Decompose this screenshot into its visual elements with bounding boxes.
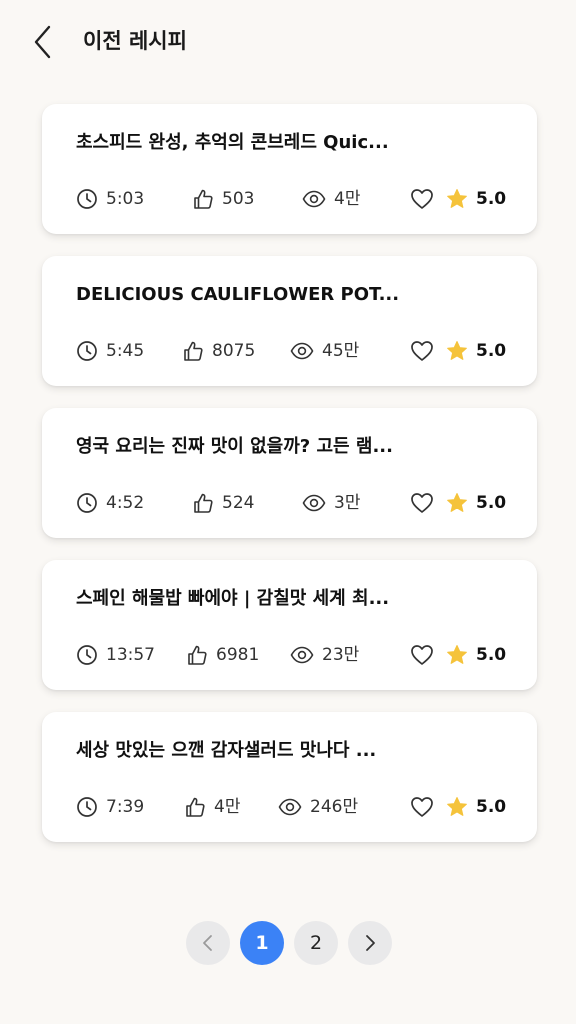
page-button-1[interactable]: 1 [240, 921, 284, 965]
likes-value: 4만 [214, 797, 241, 817]
heart-icon [411, 189, 433, 209]
favorite-button[interactable] [410, 336, 434, 366]
star-icon [447, 189, 467, 208]
rating: 5.0 [446, 488, 506, 518]
likes: 503 [192, 184, 254, 214]
likes: 8075 [182, 336, 255, 366]
star-icon [447, 493, 467, 512]
favorite-button[interactable] [410, 184, 434, 214]
duration: 7:39 [76, 792, 144, 822]
star-icon [447, 341, 467, 360]
heart-icon [411, 797, 433, 817]
views: 246만 [278, 792, 358, 822]
heart-icon [411, 493, 433, 513]
page-title: 이전 레시피 [83, 29, 187, 53]
views-value: 23만 [322, 645, 360, 665]
rating: 5.0 [446, 640, 506, 670]
recipe-card[interactable]: 초스피드 완성, 추억의 콘브레드 Quic... 5:03 503 4만 5.… [42, 104, 537, 234]
rating-value: 5.0 [476, 189, 507, 209]
favorite-button[interactable] [410, 640, 434, 670]
next-page-button[interactable] [348, 921, 392, 965]
recipe-title: 초스피드 완성, 추억의 콘브레드 Quic... [76, 132, 389, 153]
thumbs-up-icon [186, 797, 205, 817]
recipe-title: 영국 요리는 진짜 맛이 없을까? 고든 램... [76, 436, 393, 457]
favorite-button[interactable] [410, 488, 434, 518]
eye-icon [302, 190, 326, 208]
star-icon [447, 797, 467, 816]
likes: 524 [192, 488, 254, 518]
recipe-card[interactable]: 영국 요리는 진짜 맛이 없을까? 고든 램... 4:52 524 3만 5.… [42, 408, 537, 538]
duration-value: 5:45 [106, 341, 145, 361]
views-value: 3만 [334, 493, 361, 513]
chevron-right-icon [366, 935, 375, 951]
rating: 5.0 [446, 792, 506, 822]
thumbs-up-icon [194, 493, 213, 513]
header: 이전 레시피 [0, 0, 576, 82]
favorite-button[interactable] [410, 792, 434, 822]
rating: 5.0 [446, 336, 506, 366]
thumbs-up-icon [194, 189, 213, 209]
clock-icon [77, 493, 97, 513]
chevron-left-icon [203, 935, 212, 951]
prev-page-button[interactable] [186, 921, 230, 965]
page-button-2[interactable]: 2 [294, 921, 338, 965]
eye-icon [290, 646, 314, 664]
heart-icon [411, 341, 433, 361]
duration-value: 7:39 [106, 797, 145, 817]
clock-icon [77, 341, 97, 361]
back-button[interactable] [28, 24, 58, 60]
thumbs-up-icon [188, 645, 207, 665]
rating: 5.0 [446, 184, 506, 214]
recipe-title: DELICIOUS CAULIFLOWER POT... [76, 284, 400, 305]
thumbs-up-icon [184, 341, 203, 361]
views: 3만 [302, 488, 360, 518]
eye-icon [302, 494, 326, 512]
duration: 13:57 [76, 640, 155, 670]
duration-value: 5:03 [106, 189, 145, 209]
pagination: 1 2 [186, 921, 392, 965]
rating-value: 5.0 [476, 493, 507, 513]
duration-value: 4:52 [106, 493, 145, 513]
rating-value: 5.0 [476, 645, 507, 665]
recipe-title: 세상 맛있는 으깬 감자샐러드 맛나다 ... [76, 740, 377, 761]
heart-icon [411, 645, 433, 665]
rating-value: 5.0 [476, 341, 507, 361]
rating-value: 5.0 [476, 797, 507, 817]
clock-icon [77, 797, 97, 817]
likes: 6981 [186, 640, 259, 670]
clock-icon [77, 645, 97, 665]
eye-icon [278, 798, 302, 816]
recipe-card[interactable]: DELICIOUS CAULIFLOWER POT... 5:45 8075 4… [42, 256, 537, 386]
duration: 5:03 [76, 184, 144, 214]
star-icon [447, 645, 467, 664]
views-value: 45만 [322, 341, 360, 361]
views: 23만 [290, 640, 359, 670]
duration: 5:45 [76, 336, 144, 366]
likes-value: 524 [222, 493, 255, 513]
recipe-card[interactable]: 세상 맛있는 으깬 감자샐러드 맛나다 ... 7:39 4만 246만 5.0 [42, 712, 537, 842]
likes-value: 8075 [212, 341, 256, 361]
views-value: 246만 [310, 797, 359, 817]
chevron-left-icon [34, 25, 51, 59]
duration-value: 13:57 [106, 645, 155, 665]
views-value: 4만 [334, 189, 361, 209]
likes-value: 6981 [216, 645, 260, 665]
duration: 4:52 [76, 488, 144, 518]
recipe-title: 스페인 해물밥 빠에야 | 감칠맛 세계 최... [76, 588, 390, 609]
views: 4만 [302, 184, 360, 214]
recipe-history-page: 이전 레시피 초스피드 완성, 추억의 콘브레드 Quic... 5:03 50… [0, 0, 576, 1024]
likes-value: 503 [222, 189, 255, 209]
eye-icon [290, 342, 314, 360]
clock-icon [77, 189, 97, 209]
recipe-list: 초스피드 완성, 추억의 콘브레드 Quic... 5:03 503 4만 5.… [42, 104, 537, 864]
recipe-card[interactable]: 스페인 해물밥 빠에야 | 감칠맛 세계 최... 13:57 6981 23만… [42, 560, 537, 690]
likes: 4만 [184, 792, 240, 822]
views: 45만 [290, 336, 359, 366]
